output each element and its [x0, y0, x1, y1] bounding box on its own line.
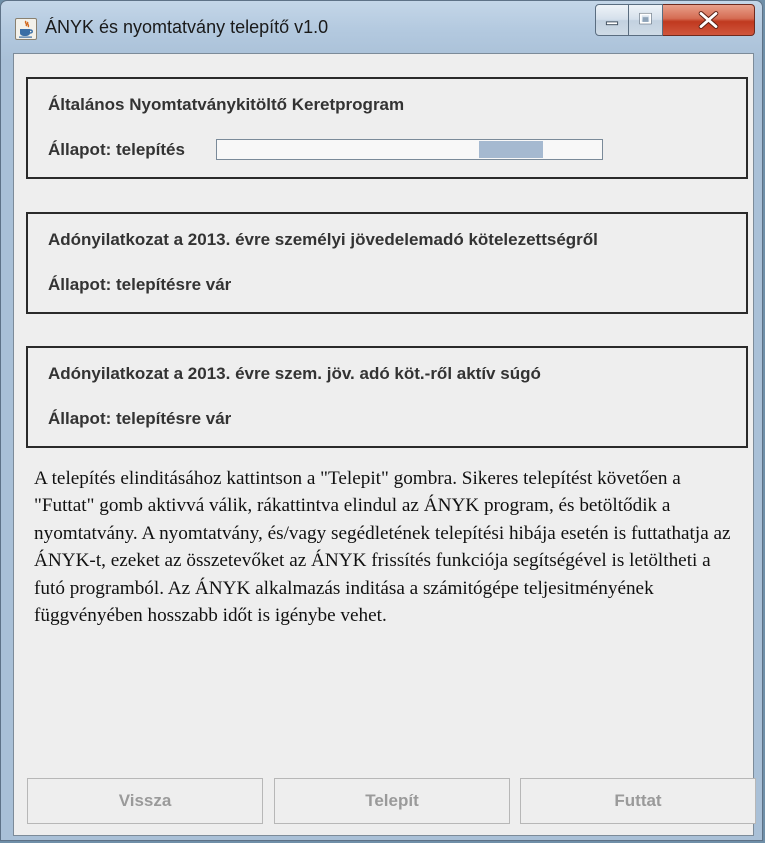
group-title: Adónyilatkozat a 2013. évre szem. jöv. a… — [48, 364, 541, 383]
back-button[interactable]: Vissza — [27, 778, 263, 824]
group-status: Állapot: telepítésre vár — [48, 275, 232, 294]
group-status: Állapot: telepítésre vár — [48, 409, 232, 428]
group-tax-form: Adónyilatkozat a 2013. évre személyi jöv… — [26, 212, 748, 314]
window-title: ÁNYK és nyomtatvány telepítő v1.0 — [45, 17, 329, 37]
group-title: Adónyilatkozat a 2013. évre személyi jöv… — [48, 230, 598, 249]
title-bar[interactable]: ÁNYK és nyomtatvány telepítő v1.0 — [1, 1, 762, 53]
install-progress-bar — [216, 139, 603, 160]
minimize-icon — [605, 21, 619, 26]
instructions-text: A telepítés elinditásához kattintson a "… — [34, 468, 731, 627]
group-help: Adónyilatkozat a 2013. évre szem. jöv. a… — [26, 346, 748, 448]
group-framework: Általános Nyomtatványkitöltő Keretprogra… — [26, 77, 748, 179]
java-app-icon — [15, 18, 37, 40]
close-button[interactable] — [663, 4, 755, 36]
maximize-button[interactable] — [629, 4, 663, 36]
run-button[interactable]: Futtat — [520, 778, 756, 824]
close-icon — [698, 11, 719, 29]
group-title: Általános Nyomtatványkitöltő Keretprogra… — [48, 95, 405, 114]
progress-indicator — [479, 141, 543, 158]
minimize-button[interactable] — [595, 4, 629, 36]
maximize-icon — [639, 12, 652, 25]
install-button[interactable]: Telepít — [274, 778, 510, 824]
group-status: Állapot: telepítés — [48, 140, 185, 159]
